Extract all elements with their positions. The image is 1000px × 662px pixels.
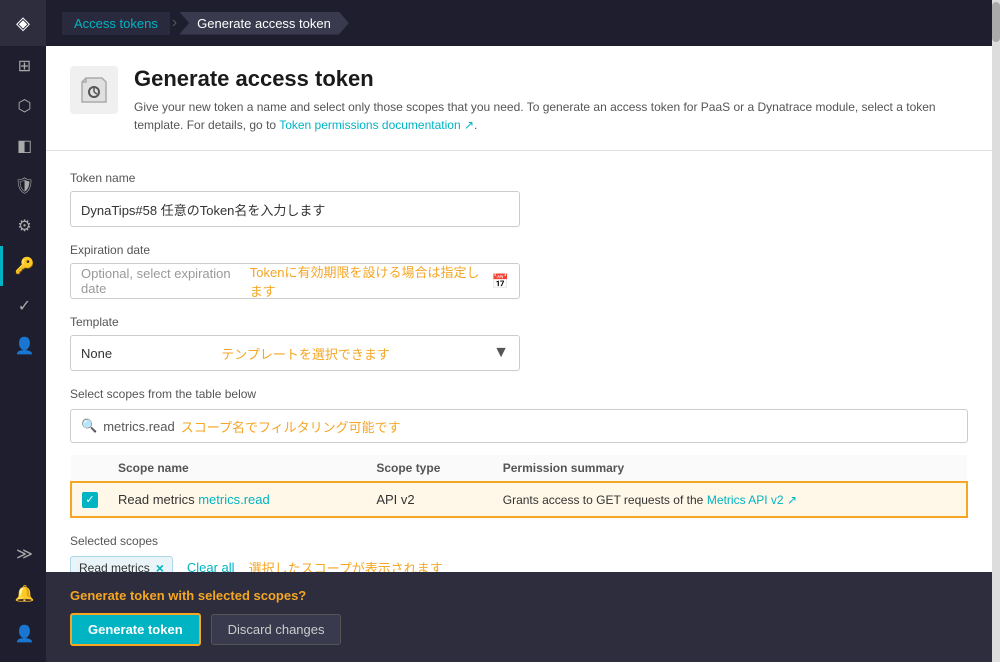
expiry-input[interactable]: Optional, select expiration date Tokenに有… <box>70 263 520 299</box>
row-scope-type: API v2 <box>366 482 492 517</box>
search-value: metrics.read <box>103 419 175 434</box>
sidebar: ◈ ⊞ ⬡ ◧ 🛡 ⚙ 🔑 ✓ 👤 ≫ 🔔 👤 <box>0 0 46 662</box>
row-checkbox-cell[interactable]: ✓ <box>71 482 108 517</box>
breadcrumb-separator: › <box>172 14 177 32</box>
token-permissions-link[interactable]: Token permissions documentation ↗ <box>279 118 474 132</box>
settings-icon: ⚙ <box>17 216 31 236</box>
bottom-bar: Generate token with selected scopes? Gen… <box>46 572 992 662</box>
dropdown-arrow-icon: ▼ <box>493 344 509 362</box>
person-icon: 👤 <box>15 336 35 356</box>
scope-name-link[interactable]: metrics.read <box>198 492 270 507</box>
more-icon: ≫ <box>16 544 33 564</box>
header-text: Generate access token Give your new toke… <box>134 66 968 134</box>
sidebar-item-cube[interactable]: ⬡ <box>0 86 46 126</box>
generate-token-button[interactable]: Generate token <box>70 613 201 646</box>
clear-all-button[interactable]: Clear all <box>181 558 241 572</box>
selected-scopes-label: Selected scopes <box>70 534 968 548</box>
search-icon: 🔍 <box>81 418 97 434</box>
page-title: Generate access token <box>134 66 968 92</box>
sidebar-item-check[interactable]: ✓ <box>0 286 46 326</box>
bottom-actions: Generate token Discard changes <box>70 613 968 646</box>
template-value: None <box>81 346 112 361</box>
discard-changes-button[interactable]: Discard changes <box>211 614 342 645</box>
cube-icon: ⬡ <box>18 96 32 116</box>
expiry-placeholder: Optional, select expiration date <box>81 266 250 296</box>
breadcrumb: Access tokens › Generate access token <box>62 12 349 35</box>
scope-search[interactable]: 🔍 metrics.read スコープ名でフィルタリング可能です <box>70 409 968 443</box>
table-row: ✓ Read metrics metrics.read API v2 Grant… <box>71 482 967 517</box>
sidebar-item-more[interactable]: ≫ <box>0 534 46 574</box>
sidebar-item-bell[interactable]: 🔔 <box>0 574 46 614</box>
template-select[interactable]: None テンプレートを選択できます ▼ <box>70 335 520 371</box>
token-name-input[interactable] <box>70 191 520 227</box>
col-checkbox <box>71 455 108 482</box>
page-icon <box>70 66 118 114</box>
logo-icon: ◈ <box>16 13 30 34</box>
sidebar-item-settings[interactable]: ⚙ <box>0 206 46 246</box>
scope-table: Scope name Scope type Permission summary… <box>70 455 968 518</box>
layers-icon: ◧ <box>17 136 32 156</box>
token-name-group: Token name <box>70 171 968 227</box>
main-area: Access tokens › Generate access token Ge… <box>46 0 992 662</box>
breadcrumb-parent[interactable]: Access tokens <box>62 12 170 35</box>
topbar: Access tokens › Generate access token <box>46 0 992 46</box>
app-logo[interactable]: ◈ <box>0 0 46 46</box>
scope-tag-text: Read metrics <box>79 561 150 573</box>
token-name-label: Token name <box>70 171 968 185</box>
scope-select-group: Select scopes from the table below 🔍 met… <box>70 387 968 572</box>
scope-tag-close-icon[interactable]: × <box>156 560 164 573</box>
scrollbar[interactable] <box>992 0 1000 662</box>
page-description: Give your new token a name and select on… <box>134 98 968 134</box>
calendar-icon: 📅 <box>492 273 509 290</box>
col-scope-type: Scope type <box>366 455 492 482</box>
row-permission: Grants access to GET requests of the Met… <box>493 482 967 517</box>
bottom-question: Generate token with selected scopes? <box>70 588 968 603</box>
expiry-label: Expiration date <box>70 243 968 257</box>
grid-icon: ⊞ <box>18 56 31 76</box>
selected-scopes-row: Read metrics × Clear all 選択したスコープが表示されます <box>70 556 968 573</box>
checkbox-checked-icon[interactable]: ✓ <box>82 492 98 508</box>
template-hint: テンプレートを選択できます <box>221 344 390 363</box>
sidebar-item-key[interactable]: 🔑 <box>0 246 46 286</box>
col-permission: Permission summary <box>493 455 967 482</box>
page-header: Generate access token Give your new toke… <box>46 46 992 151</box>
check-icon: ✓ <box>18 296 31 316</box>
shield-icon: 🛡 <box>14 176 34 196</box>
sidebar-item-person[interactable]: 👤 <box>0 326 46 366</box>
page-content: Generate access token Give your new toke… <box>46 46 992 572</box>
user-icon: 👤 <box>15 624 35 644</box>
sidebar-item-user[interactable]: 👤 <box>0 614 46 654</box>
metrics-api-link[interactable]: Metrics API v2 ↗ <box>707 493 797 507</box>
search-hint: スコープ名でフィルタリング可能です <box>181 417 401 436</box>
sidebar-item-layers[interactable]: ◧ <box>0 126 46 166</box>
scrollbar-thumb[interactable] <box>992 2 1000 42</box>
col-scope-name: Scope name <box>108 455 366 482</box>
scope-select-label: Select scopes from the table below <box>70 387 968 401</box>
form-section: Token name Expiration date Optional, sel… <box>46 151 992 572</box>
expiry-group: Expiration date Optional, select expirat… <box>70 243 968 299</box>
row-scope-name: Read metrics metrics.read <box>108 482 366 517</box>
expiry-hint: Tokenに有効期限を設ける場合は指定します <box>250 262 492 300</box>
breadcrumb-current: Generate access token <box>179 12 349 35</box>
template-label: Template <box>70 315 968 329</box>
selected-hint: 選択したスコープが表示されます <box>249 558 443 572</box>
scope-tag: Read metrics × <box>70 556 173 573</box>
sidebar-item-grid[interactable]: ⊞ <box>0 46 46 86</box>
key-icon: 🔑 <box>15 256 35 276</box>
sidebar-item-shield[interactable]: 🛡 <box>0 166 46 206</box>
template-group: Template None テンプレートを選択できます ▼ <box>70 315 968 371</box>
bell-icon: 🔔 <box>15 584 35 604</box>
